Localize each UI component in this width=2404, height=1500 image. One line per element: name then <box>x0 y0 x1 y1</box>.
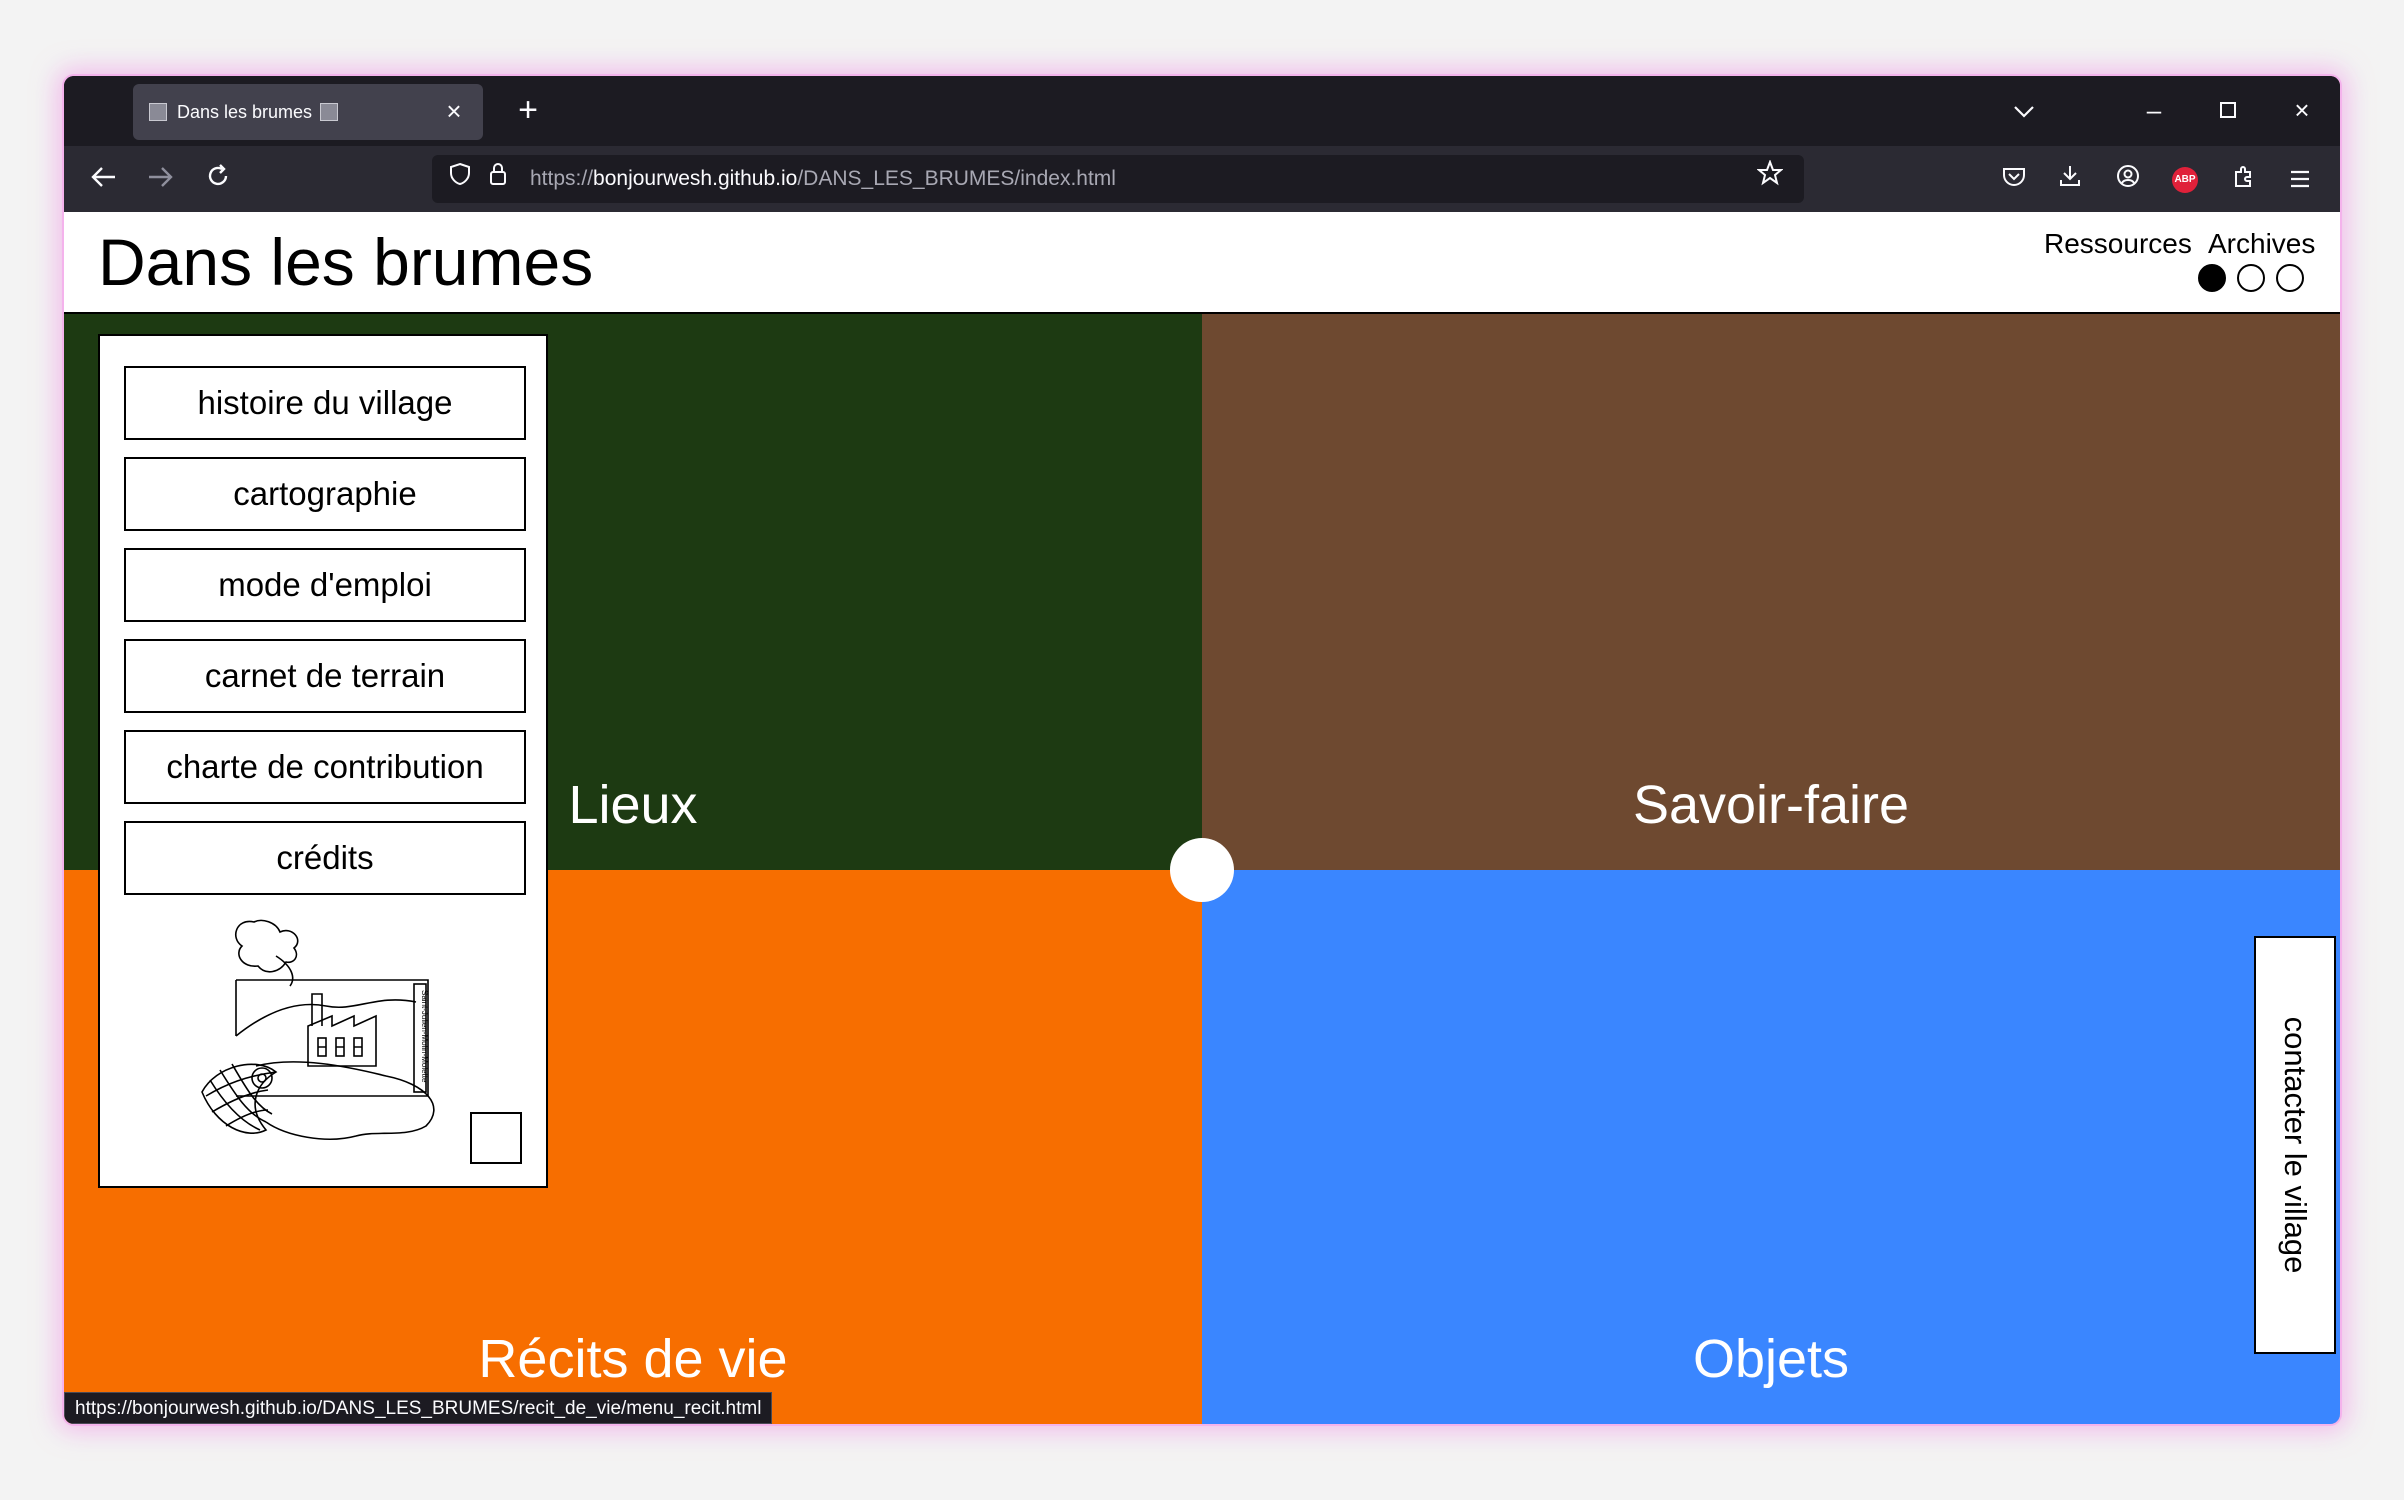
menu-item-carnet[interactable]: carnet de terrain <box>124 639 526 713</box>
favicon-icon <box>320 103 339 121</box>
menu-hamburger-icon[interactable] <box>2280 159 2320 199</box>
url-path: /DANS_LES_BRUMES/index.html <box>797 167 1116 190</box>
reload-icon[interactable] <box>198 159 238 199</box>
contact-village-label: contacter le village <box>2278 1016 2313 1274</box>
shield-icon[interactable] <box>440 159 480 199</box>
pocket-icon[interactable] <box>1994 159 2034 199</box>
pagination-dot[interactable] <box>2237 264 2265 292</box>
tab-strip: Dans les brumes × + – × <box>64 76 2340 146</box>
close-window-button[interactable]: × <box>2282 90 2322 130</box>
forward-arrow-icon[interactable] <box>140 159 180 199</box>
page-viewport: Dans les brumes Ressources Archives Lieu… <box>64 212 2340 1424</box>
favicon-icon <box>149 103 167 121</box>
close-tab-icon[interactable]: × <box>439 96 469 126</box>
pagination-dot[interactable] <box>2276 264 2304 292</box>
quadrant-savoir-faire[interactable]: Savoir-faire <box>1202 314 2340 870</box>
nav-bar: https://bonjourwesh.github.io/DANS_LES_B… <box>64 146 2340 212</box>
quadrant-label-recits: Récits de vie <box>478 1329 788 1389</box>
maximize-button[interactable] <box>2208 90 2248 130</box>
adblock-icon[interactable]: ABP <box>2172 167 2198 193</box>
tab-list-chevron-icon[interactable] <box>2004 90 2044 130</box>
tab-active[interactable]: Dans les brumes × <box>133 84 483 140</box>
pagination-dot-active[interactable] <box>2198 264 2226 292</box>
menu-item-credits[interactable]: crédits <box>124 821 526 895</box>
new-tab-button[interactable]: + <box>508 90 548 130</box>
menu-item-charte[interactable]: charte de contribution <box>124 730 526 804</box>
minimize-button[interactable]: – <box>2134 90 2174 130</box>
menu-item-histoire[interactable]: histoire du village <box>124 366 526 440</box>
quadrant-objets[interactable]: Objets <box>1202 870 2340 1424</box>
browser-window: Dans les brumes × + – × https://bonjourw… <box>64 76 2340 1424</box>
downloads-icon[interactable] <box>2050 159 2090 199</box>
quadrant-label-lieux: Lieux <box>568 775 698 835</box>
site-header: Dans les brumes Ressources Archives <box>64 212 2340 314</box>
quadrant-label-savoir-faire: Savoir-faire <box>1632 775 1910 835</box>
menu-item-mode-emploi[interactable]: mode d'emploi <box>124 548 526 622</box>
menu-panel: histoire du village cartographie mode d'… <box>98 334 548 1188</box>
contact-village-button[interactable]: contacter le village <box>2254 936 2336 1354</box>
address-bar[interactable]: https://bonjourwesh.github.io/DANS_LES_B… <box>432 155 1804 203</box>
menu-toggle-square[interactable] <box>470 1112 522 1164</box>
extensions-icon[interactable] <box>2224 159 2264 199</box>
bookmark-star-icon[interactable] <box>1750 159 1790 199</box>
status-bar: https://bonjourwesh.github.io/DANS_LES_B… <box>64 1392 773 1424</box>
url-host: bonjourwesh.github.io <box>593 167 798 190</box>
back-arrow-icon[interactable] <box>84 159 124 199</box>
tab-title: Dans les brumes <box>177 101 313 122</box>
account-icon[interactable] <box>2108 159 2148 199</box>
site-title[interactable]: Dans les brumes <box>98 224 593 300</box>
village-illustration: Saint-Julien-Molin-Molette <box>201 919 435 1140</box>
nav-link-ressources[interactable]: Ressources <box>2044 228 2192 260</box>
center-dot[interactable] <box>1170 838 1234 902</box>
url-text[interactable]: https://bonjourwesh.github.io/DANS_LES_B… <box>530 167 1116 191</box>
quadrant-label-objets: Objets <box>1692 1329 1850 1389</box>
url-protocol: https:// <box>530 167 594 190</box>
lock-icon[interactable] <box>478 159 518 199</box>
nav-link-archives[interactable]: Archives <box>2208 228 2315 260</box>
menu-item-cartographie[interactable]: cartographie <box>124 457 526 531</box>
illustration-caption: Saint-Julien-Molin-Molette <box>420 990 429 1083</box>
